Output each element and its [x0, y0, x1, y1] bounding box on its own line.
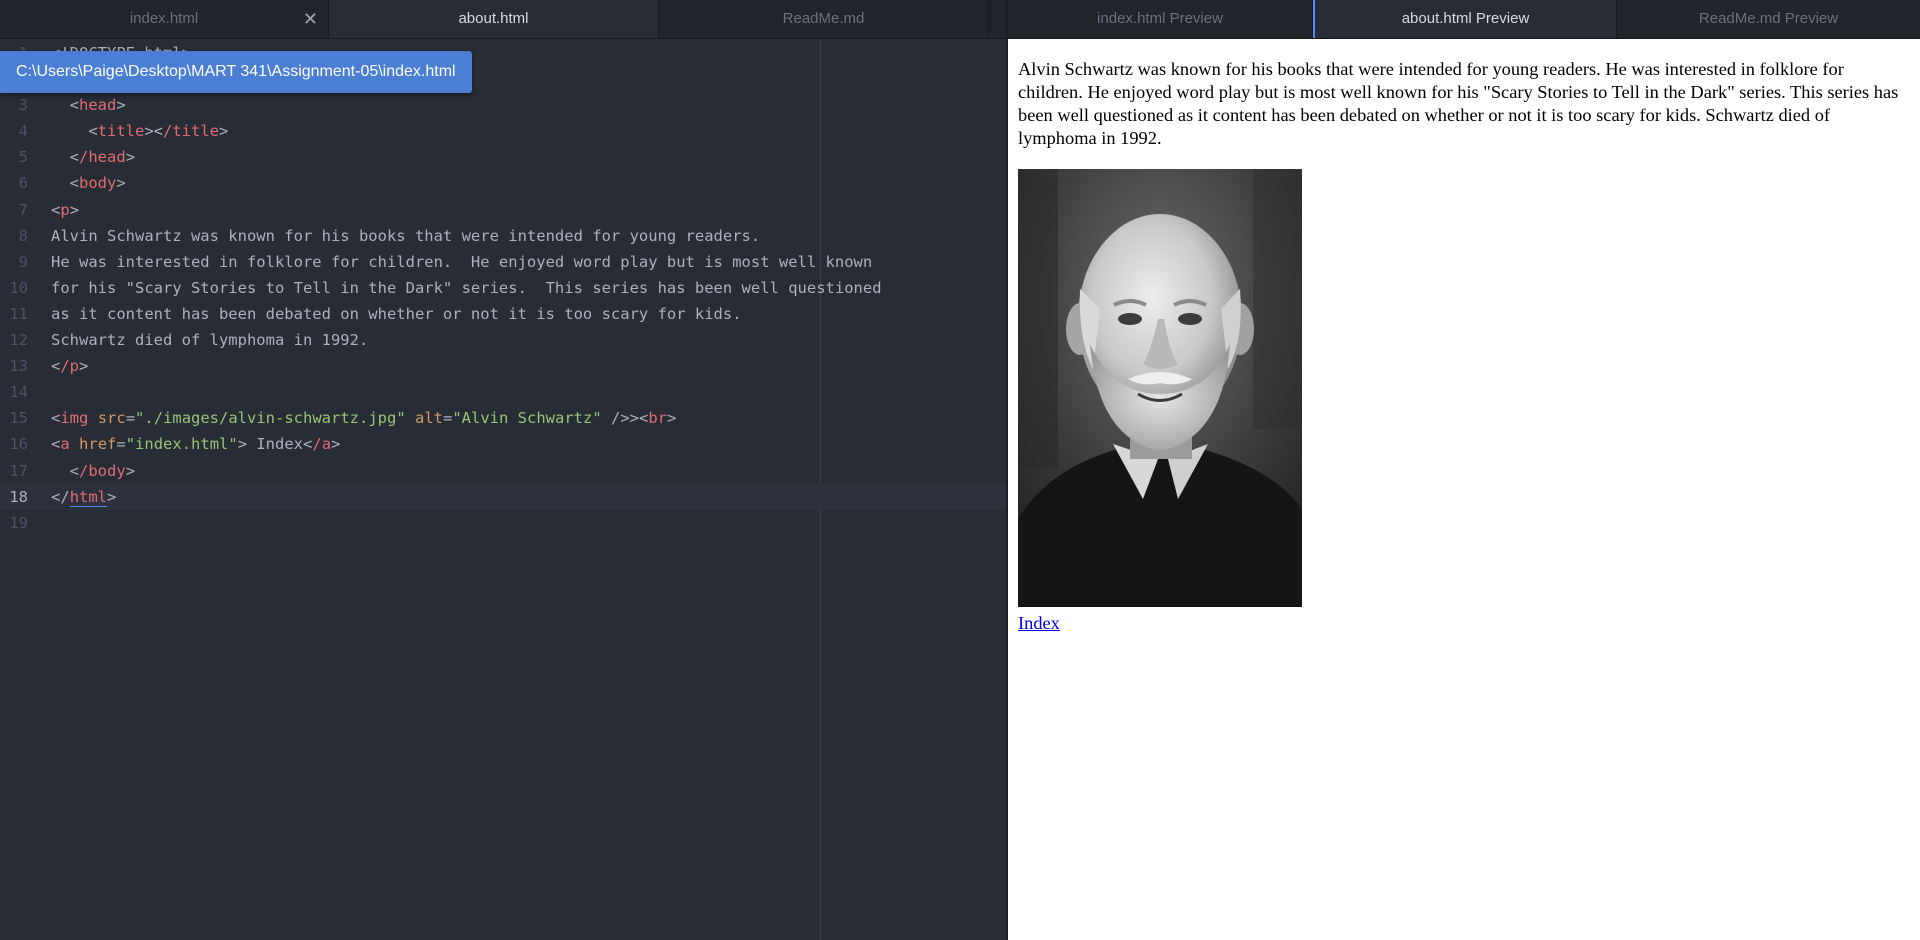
code-line: 10 for his "Scary Stories to Tell in the … — [0, 275, 1006, 301]
tag: /head — [79, 148, 126, 167]
code-line: 17 </body> — [0, 458, 1006, 484]
preview-pane: index.html Preview about.html Preview Re… — [1008, 0, 1920, 940]
tab-label: about.html Preview — [1401, 10, 1530, 27]
code-line: 7 <p> — [0, 197, 1006, 223]
code-text: <a href="index.html"> Index</a> — [51, 435, 341, 454]
line-number: 5 — [18, 148, 28, 167]
tab-bar-spacer — [989, 0, 1006, 38]
tag: a — [60, 435, 70, 454]
editor-tab-bar: index.html ✕ about.html ReadMe.md — [0, 0, 1006, 39]
code-text: Alvin Schwartz was known for his books t… — [51, 226, 761, 245]
code-text: <head> — [69, 96, 126, 115]
code-line: 9 He was interested in folklore for child… — [0, 249, 1006, 275]
tag: p — [60, 200, 70, 219]
line-number: 3 — [18, 96, 28, 115]
code-line: 19 — [0, 510, 1006, 536]
line-number: 6 — [18, 174, 28, 193]
preview-content: Alvin Schwartz was known for his books t… — [1018, 58, 1908, 635]
code-text: </head> — [69, 148, 136, 167]
line-number: 17 — [9, 461, 28, 480]
tab-index-html[interactable]: index.html ✕ — [0, 0, 329, 38]
line-number: 15 — [9, 409, 28, 428]
text: > Index — [237, 435, 304, 454]
tag: /p — [60, 357, 80, 376]
code-text: Schwartz died of lymphoma in 1992. — [51, 331, 369, 350]
attribute: src — [97, 409, 126, 428]
code-text: as it content has been debated on whethe… — [51, 304, 742, 323]
code-line: 12 Schwartz died of lymphoma in 1992. — [0, 327, 1006, 353]
tag: /title — [163, 122, 220, 141]
tag: br — [648, 409, 667, 428]
code-text: <title></title> — [88, 122, 229, 141]
tab-about-html[interactable]: about.html — [329, 0, 659, 38]
code-line: 6 <body> — [0, 170, 1006, 196]
tab-label: index.html — [129, 10, 199, 27]
code-editor[interactable]: 1<!DOCTYPE html> 2 3 <head> 4 <title></t… — [0, 40, 1006, 940]
tag: /a — [312, 435, 332, 454]
code-text: </body> — [69, 461, 136, 480]
tab-label: index.html Preview — [1097, 10, 1223, 27]
code-line: 5 </head> — [0, 144, 1006, 170]
line-number: 12 — [9, 331, 28, 350]
line-number: 10 — [9, 278, 28, 297]
code-line: 16 <a href="index.html"> Index</a> — [0, 431, 1006, 457]
code-line: 8 Alvin Schwartz was known for his books … — [0, 223, 1006, 249]
file-path-tooltip: C:\Users\Paige\Desktop\MART 341\Assignme… — [0, 51, 472, 93]
string: "Alvin Schwartz" — [452, 409, 602, 428]
code-line: 14 — [0, 379, 1006, 405]
code-line: 15 <img src="./images/alvin-schwartz.jpg"… — [0, 405, 1006, 431]
tab-label: ReadMe.md Preview — [1698, 10, 1839, 27]
tag: title — [97, 122, 145, 141]
code-text: </p> — [51, 357, 89, 376]
bio-paragraph: Alvin Schwartz was known for his books t… — [1018, 59, 1899, 148]
string: "index.html" — [125, 435, 238, 454]
code-text: <body> — [69, 174, 126, 193]
code-line: 3 <head> — [0, 92, 1006, 118]
code-text: <p> — [51, 200, 80, 219]
alvin-schwartz-photo — [1018, 169, 1302, 607]
tag: head — [79, 96, 117, 115]
line-number: 8 — [18, 226, 28, 245]
line-number: 19 — [9, 513, 28, 532]
attribute: alt — [415, 409, 443, 428]
line-number: 13 — [9, 357, 28, 376]
tab-readme-md[interactable]: ReadMe.md — [659, 0, 989, 38]
string: "./images/alvin-schwartz.jpg" — [135, 409, 406, 428]
close-icon[interactable]: ✕ — [303, 0, 318, 38]
code-line: 13 </p> — [0, 353, 1006, 379]
code-text: for his "Scary Stories to Tell in the Da… — [51, 278, 882, 297]
code-text: He was interested in folklore for childr… — [51, 252, 873, 271]
code-text: <img src="./images/alvin-schwartz.jpg" a… — [51, 409, 677, 428]
tag: /body — [79, 461, 126, 480]
line-number: 14 — [9, 383, 28, 402]
tab-label: ReadMe.md — [782, 10, 865, 27]
code-text: </html> — [51, 487, 117, 507]
index-link[interactable]: Index — [1018, 612, 1908, 635]
punctuation: /> — [601, 409, 630, 428]
tag: body — [79, 174, 117, 193]
preview-tab-bar: index.html Preview about.html Preview Re… — [1008, 0, 1920, 39]
tab-readme-md-preview[interactable]: ReadMe.md Preview — [1617, 0, 1920, 38]
tab-index-html-preview[interactable]: index.html Preview — [1008, 0, 1313, 38]
line-number: 4 — [18, 122, 28, 141]
line-number: 16 — [9, 435, 28, 454]
editor-pane: index.html ✕ about.html ReadMe.md 1<!DOC… — [0, 0, 1008, 940]
line-number: 11 — [9, 304, 28, 323]
punctuation: / — [60, 487, 70, 506]
line-number: 7 — [18, 200, 28, 219]
line-number: 18 — [9, 487, 28, 506]
line-number: 9 — [18, 252, 28, 271]
tab-label: about.html — [458, 10, 529, 27]
code-line-cursor: 18 </html> — [0, 483, 1006, 510]
code-line: 4 <title></title> — [0, 118, 1006, 144]
code-line: 11 as it content has been debated on whet… — [0, 301, 1006, 327]
tag: html — [69, 487, 108, 507]
attribute: href — [79, 435, 117, 454]
tag: img — [60, 409, 89, 428]
tab-about-html-preview[interactable]: about.html Preview — [1313, 0, 1617, 38]
